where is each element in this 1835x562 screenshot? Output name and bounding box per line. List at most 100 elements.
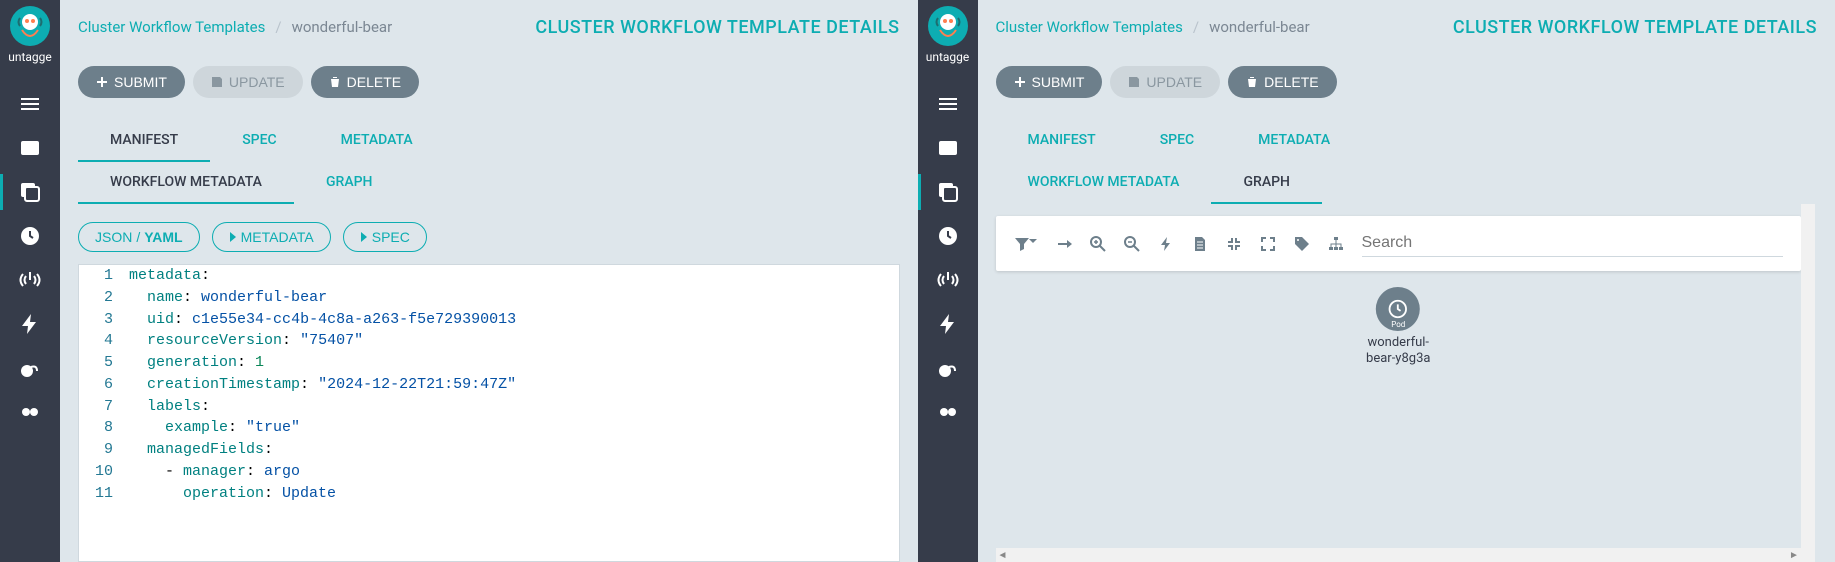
line-number: 5 <box>79 352 129 374</box>
panel-left: untagge Cluster Workflow Templates / won… <box>0 0 918 562</box>
update-button[interactable]: UPDATE <box>193 66 303 98</box>
panel-right: untagge Cluster Workflow Templates / won… <box>918 0 1835 562</box>
pill-metadata[interactable]: METADATA <box>212 222 331 252</box>
tab-workflow-metadata[interactable]: WORKFLOW METADATA <box>996 162 1212 204</box>
scroll-right-arrow[interactable]: ► <box>1787 548 1801 562</box>
code-content: uid: c1e55e34-cc4b-4c8a-a263-f5e72939001… <box>129 309 516 331</box>
nav-cron[interactable] <box>0 214 60 258</box>
pill-json-yaml[interactable]: JSON/YAML <box>78 222 200 252</box>
nav-sensors[interactable] <box>0 258 60 302</box>
graph-search-input[interactable] <box>1362 230 1784 257</box>
code-content: metadata: <box>129 265 210 287</box>
tab-graph[interactable]: GRAPH <box>294 162 405 204</box>
tag-icon[interactable] <box>1294 236 1310 252</box>
sitemap-icon[interactable] <box>1328 236 1344 252</box>
nav-templates[interactable] <box>0 170 60 214</box>
sidebar: untagge <box>918 0 978 562</box>
expand-icon[interactable] <box>1260 236 1276 252</box>
tab-spec[interactable]: SPEC <box>210 120 308 162</box>
compress-icon[interactable] <box>1226 236 1242 252</box>
editor-line: 8 example: "true" <box>79 417 899 439</box>
nav-reports[interactable] <box>0 346 60 390</box>
nav-events[interactable] <box>0 302 60 346</box>
zoom-in-icon[interactable] <box>1090 236 1106 252</box>
editor-line: 5 generation: 1 <box>79 352 899 374</box>
tab-manifest[interactable]: MANIFEST <box>78 120 210 162</box>
tab-spec[interactable]: SPEC <box>1128 120 1226 162</box>
graph-wrap: Pod wonderful- bear-y8g3a ◄ ► <box>996 204 1818 562</box>
submit-button[interactable]: SUBMIT <box>78 66 185 98</box>
nav-cron[interactable] <box>918 214 978 258</box>
pill-spec[interactable]: SPEC <box>343 222 427 252</box>
argo-logo[interactable] <box>10 6 50 46</box>
tab-metadata[interactable]: METADATA <box>309 120 445 162</box>
nav-reports[interactable] <box>918 346 978 390</box>
editor-line: 2 name: wonderful-bear <box>79 287 899 309</box>
main-right: Cluster Workflow Templates / wonderful-b… <box>978 0 1835 562</box>
code-content: labels: <box>129 396 210 418</box>
tabs-secondary: WORKFLOW METADATA GRAPH <box>996 162 1818 204</box>
tab-manifest[interactable]: MANIFEST <box>996 120 1128 162</box>
graph-node[interactable]: Pod wonderful- bear-y8g3a <box>1366 287 1430 366</box>
nav-plugins[interactable] <box>918 390 978 434</box>
page-title: CLUSTER WORKFLOW TEMPLATE DETAILS <box>1453 17 1817 38</box>
code-content: - manager: argo <box>129 461 300 483</box>
bolt-icon[interactable] <box>1158 236 1174 252</box>
tab-metadata[interactable]: METADATA <box>1226 120 1362 162</box>
breadcrumb: Cluster Workflow Templates / wonderful-b… <box>996 18 1310 36</box>
file-icon[interactable] <box>1192 236 1208 252</box>
line-number: 7 <box>79 396 129 418</box>
update-button[interactable]: UPDATE <box>1110 66 1220 98</box>
nav-workflows[interactable] <box>0 126 60 170</box>
save-icon <box>211 76 223 88</box>
nav-timeline[interactable] <box>0 82 60 126</box>
line-number: 11 <box>79 483 129 505</box>
main-left: Cluster Workflow Templates / wonderful-b… <box>60 0 918 562</box>
delete-label: DELETE <box>347 74 401 90</box>
nav-events[interactable] <box>918 302 978 346</box>
version-tag: untagge <box>926 50 970 64</box>
graph-canvas[interactable]: Pod wonderful- bear-y8g3a <box>996 279 1802 548</box>
tab-workflow-metadata[interactable]: WORKFLOW METADATA <box>78 162 294 204</box>
submit-label: SUBMIT <box>114 74 167 90</box>
code-content: generation: 1 <box>129 352 264 374</box>
argo-logo[interactable] <box>928 6 968 46</box>
nav-timeline[interactable] <box>918 82 978 126</box>
sidebar: untagge <box>0 0 60 562</box>
nav-sensors[interactable] <box>918 258 978 302</box>
breadcrumb-parent[interactable]: Cluster Workflow Templates <box>996 18 1183 36</box>
code-content: name: wonderful-bear <box>129 287 327 309</box>
nav-workflows[interactable] <box>918 126 978 170</box>
submit-button[interactable]: SUBMIT <box>996 66 1103 98</box>
delete-button[interactable]: DELETE <box>1228 66 1336 98</box>
topbar: Cluster Workflow Templates / wonderful-b… <box>996 6 1818 48</box>
delete-label: DELETE <box>1264 74 1318 90</box>
editor-line: 11 operation: Update <box>79 483 899 505</box>
version-tag: untagge <box>8 50 52 64</box>
horizontal-scrollbar[interactable]: ◄ ► <box>996 548 1802 562</box>
scroll-left-arrow[interactable]: ◄ <box>996 548 1010 562</box>
line-number: 3 <box>79 309 129 331</box>
code-content: operation: Update <box>129 483 336 505</box>
editor-line: 1metadata: <box>79 265 899 287</box>
zoom-out-icon[interactable] <box>1124 236 1140 252</box>
clock-icon <box>1387 298 1409 320</box>
save-icon <box>1128 76 1140 88</box>
nav-templates[interactable] <box>918 170 978 214</box>
tabs-primary: MANIFEST SPEC METADATA <box>78 120 900 162</box>
vertical-scrollbar[interactable] <box>1801 204 1815 562</box>
tab-graph[interactable]: GRAPH <box>1211 162 1322 204</box>
filter-icon[interactable] <box>1014 236 1038 252</box>
update-label: UPDATE <box>1146 74 1202 90</box>
nav-plugins[interactable] <box>0 390 60 434</box>
editor-line: 9 managedFields: <box>79 439 899 461</box>
delete-button[interactable]: DELETE <box>311 66 419 98</box>
editor-line: 3 uid: c1e55e34-cc4b-4c8a-a263-f5e729390… <box>79 309 899 331</box>
yaml-editor[interactable]: 1metadata:2 name: wonderful-bear3 uid: c… <box>78 264 900 562</box>
editor-line: 7 labels: <box>79 396 899 418</box>
arrow-right-icon[interactable] <box>1056 236 1072 252</box>
breadcrumb: Cluster Workflow Templates / wonderful-b… <box>78 18 392 36</box>
breadcrumb-parent[interactable]: Cluster Workflow Templates <box>78 18 265 36</box>
plus-icon <box>1014 76 1026 88</box>
plus-icon <box>96 76 108 88</box>
